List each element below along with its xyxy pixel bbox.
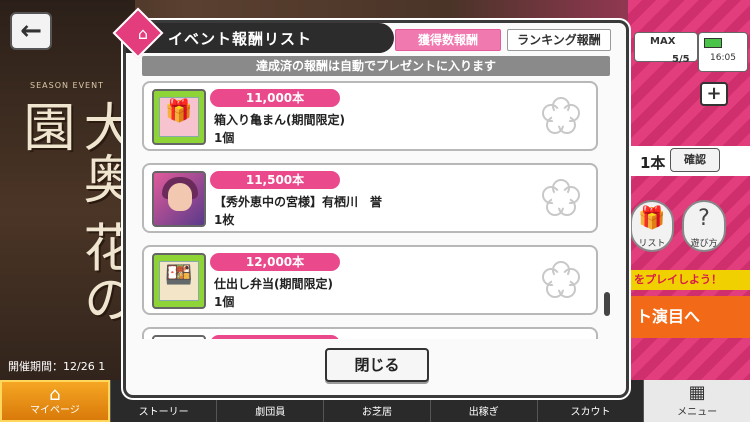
menu-grid-icon: ▦ [688, 382, 706, 403]
reward-list-button[interactable]: 🎁 リスト [630, 200, 674, 252]
nav-label: お芝居 [362, 407, 393, 418]
max-label: MAX [650, 36, 676, 47]
required-amount: 11,000本 [210, 89, 340, 107]
back-button[interactable]: ← [10, 12, 52, 50]
list-item: 11,500本 【秀外恵中の宮様】有栖川 誉 1枚 [142, 163, 598, 233]
flower-stamp-icon [542, 97, 580, 134]
play-button[interactable]: ト演目へ [628, 296, 750, 338]
nav-label: マイページ [29, 405, 80, 416]
nav-label: スカウト [570, 407, 611, 418]
add-stamina-button[interactable]: + [700, 82, 728, 106]
auto-present-notice: 達成済の報酬は自動でプレゼントに入ります [142, 56, 610, 76]
required-amount [210, 335, 340, 339]
nav-label: 出稼ぎ [468, 407, 499, 418]
nav-label: メニュー [677, 407, 718, 418]
gift-box-icon: 🎁 [165, 99, 193, 124]
nav-label: 劇団員 [255, 407, 286, 418]
present-icon: ⌂ [137, 24, 149, 43]
question-icon: ? [698, 206, 710, 231]
reward-list-label: リスト [638, 239, 666, 249]
nav-menu[interactable]: ▦ メニュー [643, 380, 750, 422]
scrollbar-thumb[interactable] [604, 292, 610, 316]
reward-thumbnail: 🍱 [152, 253, 206, 309]
flower-stamp-icon [542, 261, 580, 298]
help-label: 遊び方 [690, 239, 718, 249]
season-label: SEASON EVENT [30, 81, 104, 90]
gift-icon: 🎁 [638, 206, 666, 231]
battery-icon [704, 38, 722, 48]
reward-thumbnail: 🎁 [152, 89, 206, 145]
tab-count-reward[interactable]: 獲得数報酬 [395, 29, 501, 51]
item-count: 1本 [640, 154, 666, 172]
reward-thumbnail [152, 335, 206, 339]
reward-name: 箱入り亀まん(期間限定) [214, 113, 345, 127]
play-banner: をプレイしよう！ [630, 270, 750, 290]
required-amount: 11,500本 [210, 171, 340, 189]
reward-list[interactable]: 🎁 11,000本 箱入り亀まん(期間限定) 1個 11,500本 【秀外恵中の… [142, 81, 604, 339]
reward-thumbnail [152, 171, 206, 227]
tab-ranking-reward[interactable]: ランキング報酬 [507, 29, 611, 51]
list-item [142, 327, 598, 339]
confirm-button[interactable]: 確認 [670, 148, 720, 172]
reward-list-modal: ⌂ イベント報酬リスト 獲得数報酬 ランキング報酬 達成済の報酬は自動でプレゼン… [112, 7, 629, 398]
bento-icon: 🍱 [165, 263, 193, 288]
back-arrow-icon: ← [20, 16, 42, 46]
help-button[interactable]: ? 遊び方 [682, 200, 726, 252]
reward-quantity: 1個 [214, 131, 235, 145]
reward-quantity: 1個 [214, 295, 235, 309]
modal-title: イベント報酬リスト [168, 30, 313, 48]
event-title: 大奥 花の園 [14, 100, 134, 325]
event-period: 開催期間：12/26 1 [8, 360, 106, 373]
flower-stamp-icon [542, 179, 580, 216]
reward-name: 【秀外恵中の宮様】有栖川 誉 [214, 195, 383, 209]
reward-name: 仕出し弁当(期間限定) [214, 277, 333, 291]
required-amount: 12,000本 [210, 253, 340, 271]
nav-label: ストーリー [138, 407, 189, 418]
list-item: 🍱 12,000本 仕出し弁当(期間限定) 1個 [142, 245, 598, 315]
stamina-count: 5/5 [672, 54, 690, 65]
tab-bar: 獲得数報酬 ランキング報酬 [395, 29, 611, 51]
nav-mypage[interactable]: ⌂ マイページ [0, 380, 110, 422]
reward-quantity: 1枚 [214, 213, 235, 227]
list-item: 🎁 11,000本 箱入り亀まん(期間限定) 1個 [142, 81, 598, 151]
close-button[interactable]: 閉じる [325, 348, 429, 382]
